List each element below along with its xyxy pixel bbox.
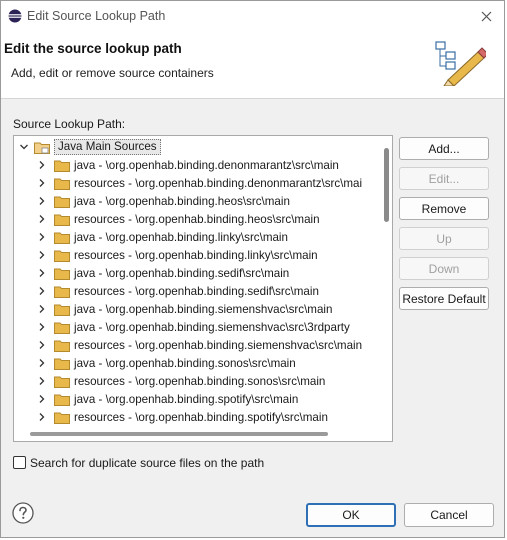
window-title: Edit Source Lookup Path — [27, 9, 166, 23]
tree-item-row[interactable]: java - \org.openhab.binding.siemenshvac\… — [36, 300, 332, 318]
tree-item-row[interactable]: java - \org.openhab.binding.spotify\src\… — [36, 390, 298, 408]
folder-icon — [54, 412, 70, 424]
chevron-down-icon[interactable] — [18, 141, 30, 153]
tree-item-row[interactable]: resources - \org.openhab.binding.denonma… — [36, 174, 362, 192]
tree-item-label: java - \org.openhab.binding.sedif\src\ma… — [74, 266, 290, 280]
chevron-right-icon[interactable] — [36, 195, 48, 207]
folder-icon — [54, 250, 70, 262]
tree-item-row[interactable]: resources - \org.openhab.binding.heos\sr… — [36, 210, 320, 228]
tree-item-row[interactable]: resources - \org.openhab.binding.sedif\s… — [36, 282, 319, 300]
tree-item-row[interactable]: java - \org.openhab.binding.linky\src\ma… — [36, 228, 288, 246]
chevron-right-icon[interactable] — [36, 393, 48, 405]
tree-item-label: java - \org.openhab.binding.heos\src\mai… — [74, 194, 290, 208]
tree-item-row[interactable]: java - \org.openhab.binding.denonmarantz… — [36, 156, 339, 174]
tree-item-label: java - \org.openhab.binding.linky\src\ma… — [74, 230, 288, 244]
tree-item-row[interactable]: resources - \org.openhab.binding.linky\s… — [36, 246, 318, 264]
chevron-right-icon[interactable] — [36, 339, 48, 351]
tree-item-label: resources - \org.openhab.binding.spotify… — [74, 410, 328, 424]
down-button[interactable]: Down — [399, 257, 489, 280]
ok-button[interactable]: OK — [306, 503, 396, 527]
folder-icon — [54, 178, 70, 190]
tree-item-label: resources - \org.openhab.binding.sonos\s… — [74, 374, 326, 388]
tree-item-row[interactable]: java - \org.openhab.binding.sedif\src\ma… — [36, 264, 289, 282]
tree-item-row[interactable]: resources - \org.openhab.binding.siemens… — [36, 336, 362, 354]
chevron-right-icon[interactable] — [36, 411, 48, 423]
tree-item-row[interactable]: resources - \org.openhab.binding.spotify… — [36, 408, 328, 426]
eclipse-icon — [8, 9, 22, 23]
folder-icon — [54, 160, 70, 172]
help-icon[interactable] — [12, 502, 34, 524]
tree-root-label: Java Main Sources — [54, 139, 161, 155]
tree-item-label: java - \org.openhab.binding.siemenshvac\… — [74, 302, 333, 316]
chevron-right-icon[interactable] — [36, 267, 48, 279]
tree-item-label: java - \org.openhab.binding.sonos\src\ma… — [74, 356, 296, 370]
chevron-right-icon[interactable] — [36, 375, 48, 387]
chevron-right-icon[interactable] — [36, 231, 48, 243]
source-lookup-path-label: Source Lookup Path: — [13, 117, 126, 131]
chevron-right-icon[interactable] — [36, 213, 48, 225]
chevron-right-icon[interactable] — [36, 159, 48, 171]
close-button[interactable] — [477, 7, 495, 25]
tree-item-label: resources - \org.openhab.binding.linky\s… — [74, 248, 318, 262]
folder-icon — [54, 268, 70, 280]
remove-button[interactable]: Remove — [399, 197, 489, 220]
vertical-scrollbar-thumb[interactable] — [384, 148, 389, 222]
edit-button[interactable]: Edit... — [399, 167, 489, 190]
source-lookup-wizard-icon — [435, 41, 486, 86]
add-button[interactable]: Add... — [399, 137, 489, 160]
folder-icon — [54, 358, 70, 370]
cancel-button[interactable]: Cancel — [404, 503, 494, 527]
tree-item-row[interactable]: resources - \org.openhab.binding.sonos\s… — [36, 372, 325, 390]
tree-root-row[interactable]: Java Main Sources — [18, 138, 161, 156]
up-button[interactable]: Up — [399, 227, 489, 250]
folder-icon — [54, 196, 70, 208]
tree-item-label: resources - \org.openhab.binding.denonma… — [74, 176, 363, 190]
chevron-right-icon[interactable] — [36, 321, 48, 333]
chevron-right-icon[interactable] — [36, 303, 48, 315]
source-lookup-tree[interactable]: Java Main Sources java - \org.openhab.bi… — [13, 135, 393, 442]
tree-item-label: resources - \org.openhab.binding.sedif\s… — [74, 284, 319, 298]
tree-item-label: java - \org.openhab.binding.denonmarantz… — [74, 158, 339, 172]
header-title: Edit the source lookup path — [4, 41, 182, 56]
chevron-right-icon[interactable] — [36, 249, 48, 261]
dialog-header: Edit the source lookup path Add, edit or… — [1, 32, 504, 99]
chevron-right-icon[interactable] — [36, 177, 48, 189]
close-icon — [481, 11, 491, 21]
header-subtitle: Add, edit or remove source containers — [11, 66, 214, 80]
folder-icon — [54, 376, 70, 388]
tree-item-label: resources - \org.openhab.binding.heos\sr… — [74, 212, 320, 226]
folder-icon — [54, 214, 70, 226]
duplicate-search-checkbox[interactable] — [13, 456, 26, 469]
folder-icon — [54, 304, 70, 316]
duplicate-search-label: Search for duplicate source files on the… — [30, 456, 265, 470]
folder-icon — [54, 340, 70, 352]
folder-icon — [54, 232, 70, 244]
tree-item-row[interactable]: java - \org.openhab.binding.heos\src\mai… — [36, 192, 290, 210]
folder-icon — [34, 142, 50, 154]
chevron-right-icon[interactable] — [36, 285, 48, 297]
tree-item-row[interactable]: java - \org.openhab.binding.siemenshvac\… — [36, 318, 350, 336]
restore-default-button[interactable]: Restore Default — [399, 287, 489, 310]
tree-item-label: java - \org.openhab.binding.spotify\src\… — [74, 392, 299, 406]
horizontal-scrollbar-thumb[interactable] — [30, 432, 328, 436]
tree-item-label: resources - \org.openhab.binding.siemens… — [74, 338, 363, 352]
folder-icon — [54, 286, 70, 298]
title-bar: Edit Source Lookup Path — [1, 1, 504, 32]
chevron-right-icon[interactable] — [36, 357, 48, 369]
folder-icon — [54, 394, 70, 406]
tree-item-row[interactable]: java - \org.openhab.binding.sonos\src\ma… — [36, 354, 296, 372]
folder-icon — [54, 322, 70, 334]
edit-source-lookup-dialog: Edit Source Lookup Path Edit the source … — [0, 0, 505, 538]
tree-item-label: java - \org.openhab.binding.siemenshvac\… — [74, 320, 350, 334]
